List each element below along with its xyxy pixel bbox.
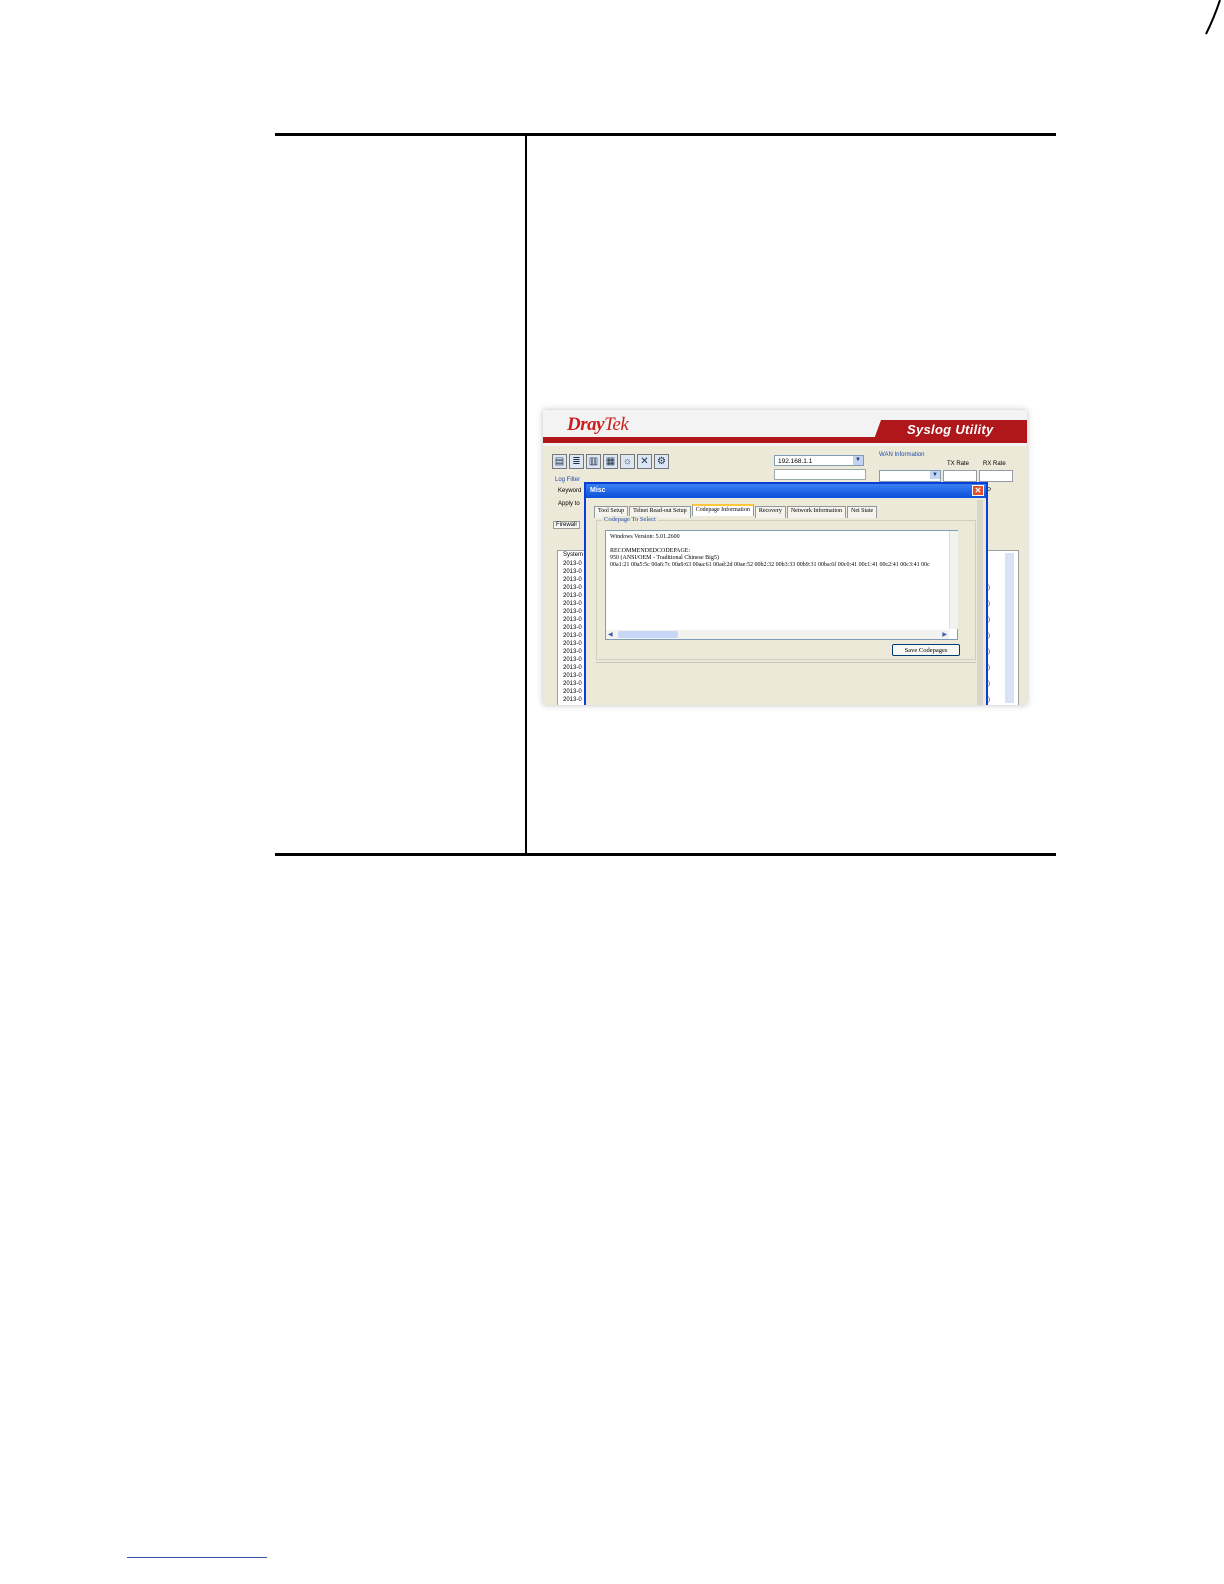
gear-icon[interactable]: ⚙ <box>654 454 669 469</box>
log-row-tail: ) <box>988 681 990 687</box>
log-row-tail: ) <box>988 665 990 671</box>
syslog-utility-screenshot: DrayTek Syslog Utility ▤ ≣ ▥ ▦ ☼ ✕ ⚙ 192… <box>543 410 1027 705</box>
save-log-icon[interactable]: ▤ <box>552 454 567 469</box>
log-row[interactable]: 2013-0 <box>563 680 582 688</box>
codepage-text-line: RECOMMENDEDCODEPAGE: <box>610 548 691 554</box>
log-row[interactable]: 2013-0 <box>563 672 582 680</box>
logo-dray: Dray <box>567 414 605 435</box>
log-row[interactable]: 2013-0 <box>563 584 582 592</box>
log-row-tail: ) <box>988 649 990 655</box>
tab-net-state[interactable]: Net State <box>846 506 878 518</box>
scrollbar-thumb[interactable] <box>618 631 678 638</box>
close-button[interactable]: ✕ <box>972 485 984 496</box>
log-list-rows: 2013-0 2013-0 2013-0 2013-0 2013-0 2013-0 2013… <box>563 560 582 704</box>
tab-network-information[interactable]: Network Information <box>786 506 846 518</box>
table-bottom-rule <box>275 853 1056 856</box>
tx-rate-field <box>943 470 977 482</box>
dialog-titlebar[interactable]: Misc <box>586 484 986 498</box>
log-row[interactable]: 2013-0 <box>563 648 582 656</box>
router-ip-value: 192.168.1.1 <box>778 458 813 465</box>
toolbar: ▤ ≣ ▥ ▦ ☼ ✕ ⚙ <box>552 454 669 470</box>
apply-to-label: Apply to <box>558 501 580 507</box>
rx-rate-field <box>979 470 1013 482</box>
clipboard-icon[interactable]: ▥ <box>586 454 601 469</box>
dialog-title: Misc <box>590 487 606 494</box>
dialog-divider <box>596 662 976 663</box>
save-codepages-button[interactable]: Save Codepages <box>892 644 960 656</box>
log-row-tail: ) <box>988 617 990 623</box>
log-row[interactable]: 2013-0 <box>563 560 582 568</box>
tools-icon[interactable]: ✕ <box>637 454 652 469</box>
log-row[interactable]: 2013-0 <box>563 592 582 600</box>
codepage-text-line: 00a1:21 00a5:5c 00a6:7c 00a9:63 00aa:61 … <box>610 562 930 568</box>
tab-codepage-information[interactable]: Codepage Information <box>691 504 754 516</box>
codepage-text-line: Windows Version: 5.01.2600 <box>610 534 680 540</box>
log-row[interactable]: 2013-0 <box>563 688 582 696</box>
app-title: Syslog Utility <box>907 422 994 437</box>
chevron-down-icon: ▼ <box>853 456 863 465</box>
log-row-tail: ) <box>988 601 990 607</box>
logo-tek: Tek <box>604 414 629 435</box>
log-row[interactable]: 2013-0 <box>563 576 582 584</box>
keyword-label: Keyword <box>558 488 582 494</box>
scroll-right-icon[interactable]: ▶ <box>942 631 947 638</box>
page-edge-curve <box>1205 0 1221 35</box>
scroll-left-icon[interactable]: ◀ <box>608 631 613 638</box>
log-filter-label: Log Filter <box>555 477 581 483</box>
codepage-text-area[interactable]: Windows Version: 5.01.2600 RECOMMENDEDCOD… <box>605 530 958 640</box>
log-row[interactable]: 2013-0 <box>563 632 582 640</box>
log-row[interactable]: 2013-0 <box>563 600 582 608</box>
log-row-tail: ) <box>988 585 990 591</box>
log-row-tail: ) <box>988 697 990 703</box>
codepage-group-label: Codepage To Select <box>602 516 658 523</box>
chevron-down-icon: ▼ <box>930 471 940 479</box>
dialog-side-panel <box>977 500 983 705</box>
log-list-header: System <box>563 552 584 558</box>
rx-rate-label: RX Rate <box>983 461 1006 467</box>
router-ip-select[interactable]: 192.168.1.1 ▼ <box>774 455 864 466</box>
log-row[interactable]: 2013-0 <box>563 656 582 664</box>
log-row[interactable]: 2013-0 <box>563 664 582 672</box>
log-row[interactable]: 2013-0 <box>563 608 582 616</box>
list-icon[interactable]: ≣ <box>569 454 584 469</box>
vertical-scrollbar[interactable] <box>949 531 958 629</box>
footer-link-underline <box>127 1557 267 1558</box>
tab-recovery[interactable]: Recovery <box>754 506 786 518</box>
log-row[interactable]: 2013-0 <box>563 616 582 624</box>
misc-dialog: Misc ✕ Tool Setup Telnet Read-out Setup Co… <box>584 482 988 705</box>
tab-firewall[interactable]: Firewall <box>553 521 580 529</box>
log-row[interactable]: 2013-0 <box>563 568 582 576</box>
grid-icon[interactable]: ▦ <box>603 454 618 469</box>
log-list-scrollbar[interactable] <box>1005 553 1014 703</box>
codepage-text-line: 950 (ANSI/OEM - Traditional Chinese Big5… <box>610 555 719 561</box>
table-top-rule <box>275 133 1056 136</box>
tx-rate-label: TX Rate <box>947 461 970 467</box>
log-row-tail: ) <box>988 633 990 639</box>
router-ip-secondary-field[interactable] <box>774 469 866 480</box>
draytek-logo: DrayTek <box>567 414 629 436</box>
log-row[interactable]: 2013-0 <box>563 696 582 704</box>
log-row[interactable]: 2013-0 <box>563 624 582 632</box>
table-column-divider <box>525 136 527 853</box>
bulb-icon[interactable]: ☼ <box>620 454 635 469</box>
log-row[interactable]: 2013-0 <box>563 640 582 648</box>
wan-information-label: WAN Information <box>879 452 925 458</box>
wan-select[interactable]: ▼ <box>879 470 941 482</box>
close-icon: ✕ <box>974 486 982 495</box>
log-list-right-marks: )))))))) <box>988 580 990 705</box>
codepage-text-line <box>610 541 953 548</box>
horizontal-scrollbar[interactable]: ◀ ▶ <box>606 630 949 639</box>
